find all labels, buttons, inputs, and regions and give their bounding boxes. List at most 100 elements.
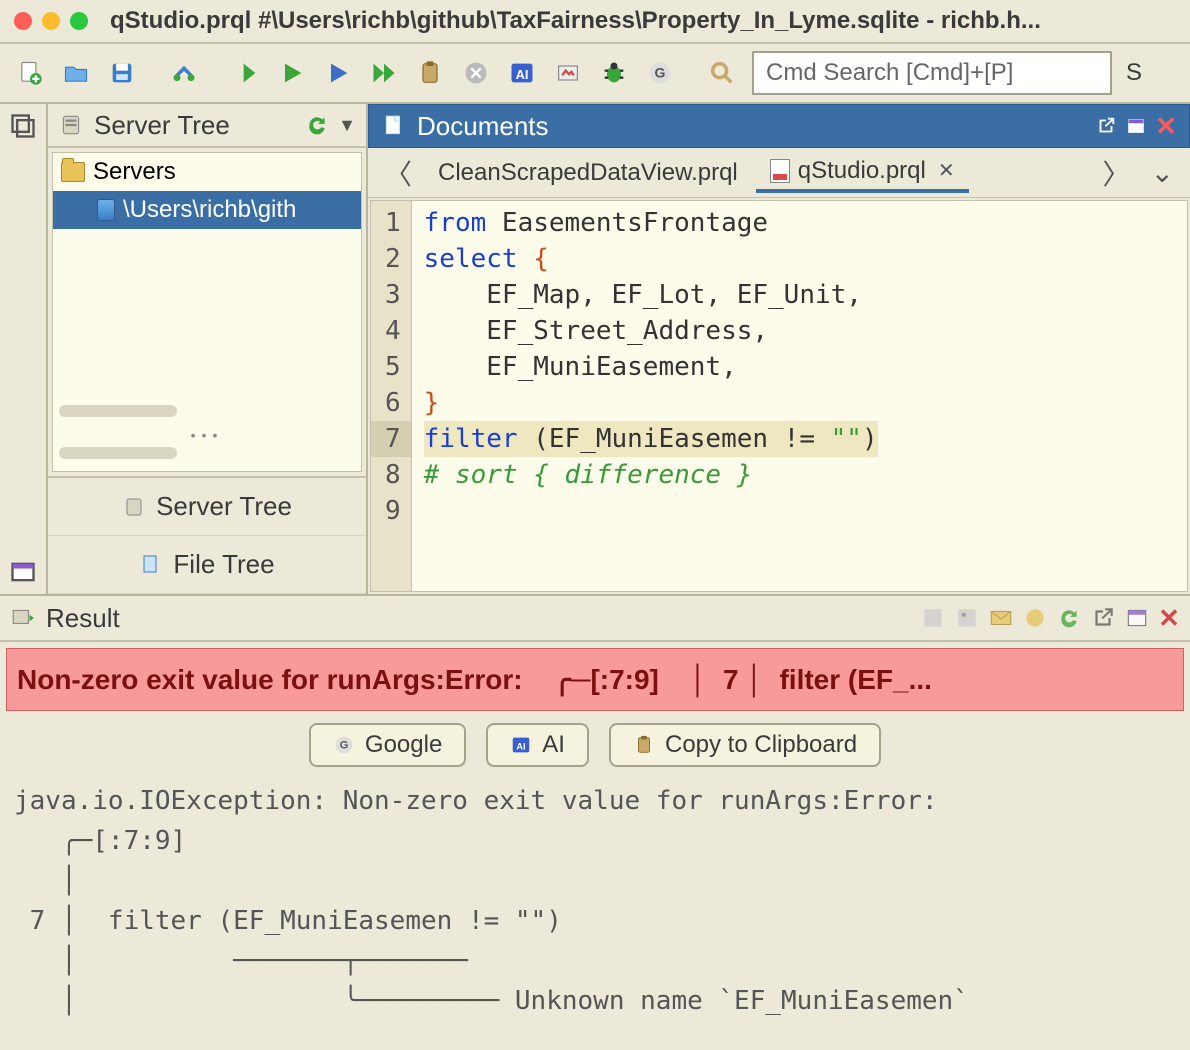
documents-header: Documents ✕ — [368, 104, 1190, 148]
result-panel: Result ✕ Non-zero exit value for runArgs… — [0, 594, 1190, 1041]
file-tree-icon — [139, 553, 163, 577]
code-editor[interactable]: 123456789 from EasementsFrontageselect {… — [370, 200, 1188, 592]
tab-menu-icon[interactable]: ⌄ — [1143, 156, 1182, 189]
tree-overflow-icon: ••• — [59, 423, 355, 447]
sidebar-tab-server-tree[interactable]: Server Tree — [48, 478, 366, 536]
code-line[interactable]: EF_MuniEasement, — [424, 349, 878, 385]
document-tabstrip: 〈 CleanScrapedDataView.prql qStudio.prql… — [368, 148, 1190, 198]
copy-clipboard-button[interactable]: Copy to Clipboard — [609, 723, 881, 767]
export-icon[interactable] — [920, 605, 946, 631]
gutter-line-number: 1 — [385, 205, 401, 241]
refresh-result-icon[interactable] — [1056, 605, 1082, 631]
run-restart-button[interactable] — [226, 53, 266, 93]
code-line[interactable]: } — [424, 385, 878, 421]
sidebar-tab-label: Server Tree — [156, 491, 292, 522]
copy-button-label: Copy to Clipboard — [665, 731, 857, 759]
documents-title: Documents — [417, 111, 549, 142]
window-title: qStudio.prql #\Users\richb\github\TaxFai… — [110, 7, 1176, 35]
close-panel-icon[interactable]: ✕ — [1155, 115, 1177, 137]
popout-result-icon[interactable] — [1090, 605, 1116, 631]
document-tab[interactable]: CleanScrapedDataView.prql — [424, 153, 752, 193]
traffic-lights — [14, 12, 88, 30]
server-icon — [122, 495, 146, 519]
window-layout-icon[interactable] — [9, 558, 37, 586]
tree-item-selected[interactable]: \Users\richb\gith — [53, 191, 361, 229]
sidebar-tab-label: File Tree — [173, 549, 274, 580]
gutter-line-number: 5 — [385, 349, 401, 385]
result-action-buttons: G Google AI AI Copy to Clipboard — [0, 717, 1190, 777]
ai-button[interactable]: AI — [502, 53, 542, 93]
run-button[interactable] — [272, 53, 312, 93]
code-line[interactable]: EF_Street_Address, — [424, 313, 878, 349]
image-icon[interactable] — [954, 605, 980, 631]
database-icon — [97, 199, 115, 221]
maximize-panel-icon[interactable] — [1125, 115, 1147, 137]
code-line[interactable]: from EasementsFrontage — [424, 205, 878, 241]
google-icon: G — [333, 734, 355, 756]
ai-icon: AI — [510, 734, 532, 756]
ai-result-button[interactable]: AI AI — [486, 723, 589, 767]
close-tab-icon[interactable]: ✕ — [938, 158, 955, 183]
editor-panel: Documents ✕ 〈 CleanScrapedDataView.prql … — [368, 104, 1190, 594]
debug-button[interactable] — [594, 53, 634, 93]
dirty-file-icon — [770, 159, 790, 183]
close-result-icon[interactable]: ✕ — [1158, 607, 1180, 629]
left-rail — [0, 104, 48, 594]
search-icon-button[interactable] — [702, 53, 742, 93]
google-button[interactable]: G Google — [309, 723, 466, 767]
svg-text:G: G — [340, 740, 349, 752]
stack-icon[interactable] — [9, 112, 37, 140]
open-file-button[interactable] — [56, 53, 96, 93]
editor-code-area[interactable]: from EasementsFrontageselect { EF_Map, E… — [412, 201, 890, 591]
save-button[interactable] — [102, 53, 142, 93]
editor-gutter: 123456789 — [371, 201, 412, 591]
main-toolbar: AI G Cmd Search [Cmd]+[P] S — [0, 44, 1190, 104]
result-header: Result ✕ — [0, 596, 1190, 642]
clipboard-icon — [633, 734, 655, 756]
mail-icon[interactable] — [988, 605, 1014, 631]
popout-icon[interactable] — [1095, 115, 1117, 137]
sidebar-tab-file-tree[interactable]: File Tree — [48, 536, 366, 594]
tree-root-servers[interactable]: Servers — [53, 153, 361, 191]
folder-icon — [61, 162, 85, 182]
run-selection-button[interactable] — [318, 53, 358, 93]
code-line[interactable]: filter (EF_MuniEasemen != "") — [424, 421, 878, 457]
tab-next-icon[interactable]: 〉 — [1095, 153, 1139, 193]
clipboard-button[interactable] — [410, 53, 450, 93]
tree-item-path: \Users\richb\gith — [123, 196, 296, 224]
gutter-line-number: 6 — [385, 385, 401, 421]
server-icon — [58, 112, 84, 138]
stop-button[interactable] — [456, 53, 496, 93]
server-tree-header: Server Tree ▼ — [48, 104, 366, 148]
code-line[interactable]: # sort { difference } — [424, 457, 878, 493]
new-file-button[interactable] — [10, 53, 50, 93]
google-toolbar-button[interactable]: G — [640, 53, 680, 93]
run-all-button[interactable] — [364, 53, 404, 93]
error-banner: Non-zero exit value for runArgs:Error: ╭… — [6, 648, 1184, 711]
document-tab-active[interactable]: qStudio.prql ✕ — [756, 153, 969, 193]
server-tree[interactable]: Servers \Users\richb\gith ••• — [52, 152, 362, 472]
code-line[interactable]: select { — [424, 241, 878, 277]
horizontal-scrollbar-thumb[interactable] — [59, 405, 177, 417]
ai-button-label: AI — [542, 731, 565, 759]
profile-button[interactable] — [548, 53, 588, 93]
toolbar-overflow-hint: S — [1118, 59, 1142, 87]
svg-text:AI: AI — [516, 67, 529, 82]
code-line[interactable]: EF_Map, EF_Lot, EF_Unit, — [424, 277, 878, 313]
duck-icon[interactable] — [1022, 605, 1048, 631]
tab-prev-icon[interactable]: 〈 — [376, 153, 420, 193]
sidebar-panel: Server Tree ▼ Servers \Users\richb\gith … — [48, 104, 368, 594]
zoom-window-button[interactable] — [70, 12, 88, 30]
document-tab-label: CleanScrapedDataView.prql — [438, 159, 738, 187]
close-window-button[interactable] — [14, 12, 32, 30]
maximize-result-icon[interactable] — [1124, 605, 1150, 631]
dropdown-caret-icon[interactable]: ▼ — [338, 115, 356, 136]
command-search-input[interactable]: Cmd Search [Cmd]+[P] — [752, 51, 1112, 95]
refresh-icon[interactable] — [304, 112, 330, 138]
minimize-window-button[interactable] — [42, 12, 60, 30]
horizontal-scrollbar-thumb-2[interactable] — [59, 447, 177, 459]
result-icon — [10, 605, 36, 631]
connect-button[interactable] — [164, 53, 204, 93]
gutter-line-number: 9 — [385, 493, 401, 529]
svg-text:G: G — [655, 65, 666, 81]
